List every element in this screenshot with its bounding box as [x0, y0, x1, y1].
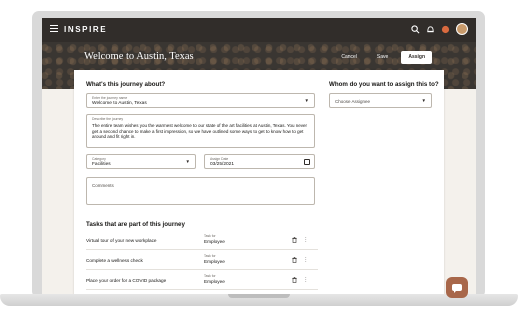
- journey-name-field[interactable]: Enter the journey name Welcome to Austin…: [86, 93, 315, 108]
- page-title: Welcome to Austin, Texas: [84, 51, 194, 62]
- save-button[interactable]: Save: [370, 51, 395, 64]
- cancel-button[interactable]: Cancel: [334, 51, 364, 64]
- journey-name-label: Enter the journey name: [92, 96, 128, 100]
- comments-field[interactable]: Comments: [86, 177, 315, 205]
- task-type: Employee: [204, 279, 225, 284]
- description-value: The entire team wishes you the warmest w…: [92, 123, 308, 140]
- task-type: Employee: [204, 239, 225, 244]
- chat-icon: [452, 284, 462, 293]
- journey-name-value: Welcome to Austin, Texas: [92, 101, 147, 106]
- assignee-select[interactable]: Choose Assignee ▼: [329, 93, 432, 108]
- description-field[interactable]: Describe the journey The entire team wis…: [86, 114, 315, 148]
- assignee-section-title: Whom do you want to assign this to?: [329, 81, 439, 88]
- dropdown-caret-icon: ▼: [304, 98, 309, 103]
- assignee-placeholder: Choose Assignee: [335, 99, 371, 104]
- trash-icon[interactable]: [292, 257, 297, 263]
- category-select[interactable]: Category Facilities ▼: [86, 154, 196, 169]
- header-actions: Cancel Save Assign: [334, 51, 432, 64]
- assign-date-value: 03/25/2021: [210, 162, 235, 167]
- task-type: Employee: [204, 259, 225, 264]
- task-row[interactable]: Place your order for a COVID package Tas…: [86, 272, 318, 290]
- journey-form-card: What's this journey about? Enter the jou…: [74, 70, 444, 294]
- task-type-label: Task for: [204, 234, 216, 238]
- category-label: Category: [92, 157, 106, 161]
- task-name: Virtual tour of your new workplace: [86, 238, 157, 243]
- assign-button[interactable]: Assign: [401, 51, 432, 64]
- task-row[interactable]: Complete a wellness check Task for Emplo…: [86, 252, 318, 270]
- menu-icon[interactable]: [50, 25, 58, 33]
- trash-icon[interactable]: [292, 277, 297, 283]
- description-label: Describe the journey: [92, 117, 124, 121]
- more-vertical-icon[interactable]: · · ·: [305, 236, 307, 245]
- search-icon[interactable]: [411, 24, 420, 34]
- app-screen: INSPIRE Welcome to Austin, Texas Cancel …: [42, 18, 476, 294]
- task-name: Place your order for a COVID package: [86, 278, 167, 283]
- calendar-icon[interactable]: [304, 159, 310, 165]
- tasks-section-title: Tasks that are part of this journey: [86, 221, 185, 228]
- comments-placeholder: Comments: [92, 183, 114, 188]
- top-icons: [411, 23, 468, 35]
- assign-date-field[interactable]: Assign Date 03/25/2021: [204, 154, 315, 169]
- more-vertical-icon[interactable]: · · ·: [305, 256, 307, 265]
- top-bar: INSPIRE: [42, 18, 476, 42]
- assign-date-label: Assign Date: [210, 157, 229, 161]
- task-type-label: Task for: [204, 274, 216, 278]
- task-row[interactable]: Virtual tour of your new workplace Task …: [86, 232, 318, 250]
- more-vertical-icon[interactable]: · · ·: [305, 276, 307, 285]
- dropdown-caret-icon: ▼: [185, 159, 190, 164]
- laptop-notch: [228, 294, 290, 298]
- dropdown-caret-icon: ▼: [421, 98, 426, 103]
- trash-icon[interactable]: [292, 237, 297, 243]
- category-value: Facilities: [92, 162, 111, 167]
- avatar[interactable]: [456, 23, 468, 35]
- brand-logo[interactable]: INSPIRE: [64, 25, 107, 34]
- journey-section-title: What's this journey about?: [86, 81, 166, 88]
- notification-badge-icon[interactable]: [441, 25, 450, 34]
- task-name: Complete a wellness check: [86, 258, 143, 263]
- chat-button[interactable]: [446, 277, 468, 298]
- bell-icon[interactable]: [426, 25, 435, 34]
- task-type-label: Task for: [204, 254, 216, 258]
